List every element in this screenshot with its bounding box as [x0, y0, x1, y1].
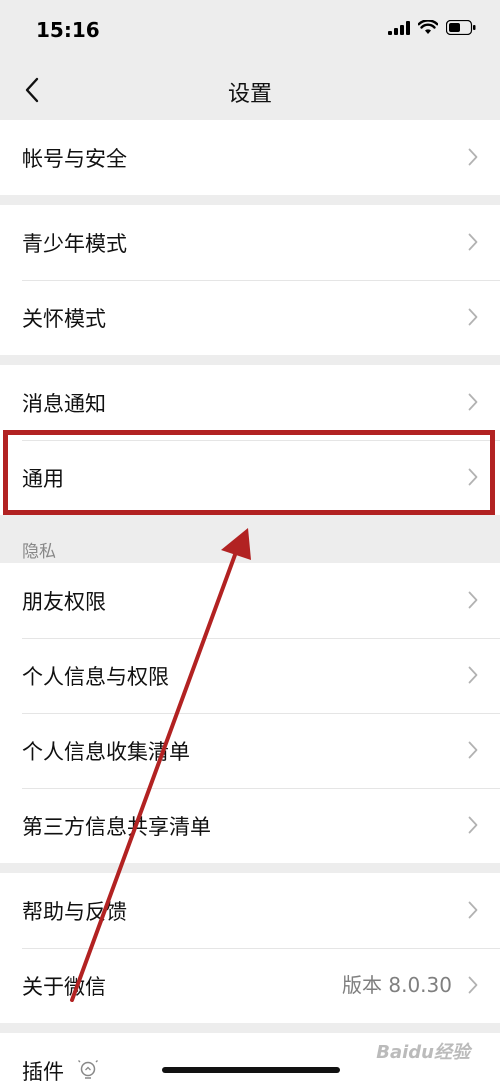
settings-item-label: 第三方信息共享清单 [22, 814, 211, 839]
status-bar: 15:16 [0, 0, 500, 60]
settings-item-third-party-sharing[interactable]: 第三方信息共享清单 [0, 788, 500, 863]
chevron-right-icon [468, 741, 478, 759]
settings-item-label: 通用 [22, 466, 64, 491]
chevron-right-icon [468, 901, 478, 919]
settings-item-personal-info-collection[interactable]: 个人信息收集清单 [0, 713, 500, 788]
settings-item-label: 消息通知 [22, 391, 106, 416]
chevron-right-icon [468, 308, 478, 326]
settings-item-label: 个人信息与权限 [22, 664, 169, 689]
section-label-privacy: 隐私 [22, 542, 56, 562]
wifi-icon [418, 20, 438, 34]
battery-icon [446, 20, 476, 35]
settings-item-help-feedback[interactable]: 帮助与反馈 [0, 873, 500, 948]
settings-item-label: 朋友权限 [22, 589, 106, 614]
chevron-right-icon [468, 233, 478, 251]
group-account: 帐号与安全 [0, 120, 500, 195]
group-about: 帮助与反馈 关于微信 版本 8.0.30 [0, 873, 500, 1023]
chevron-right-icon [468, 148, 478, 166]
settings-item-general[interactable]: 通用 [0, 440, 500, 515]
settings-item-personal-info-permissions[interactable]: 个人信息与权限 [0, 638, 500, 713]
settings-item-label: 帐号与安全 [22, 146, 127, 171]
home-indicator [162, 1067, 340, 1073]
watermark: Baidu经验 [376, 1042, 470, 1063]
status-icons [388, 20, 476, 35]
group-privacy: 朋友权限 个人信息与权限 个人信息收集清单 第三方信息共享清单 [0, 563, 500, 863]
group-modes: 青少年模式 关怀模式 [0, 205, 500, 355]
settings-item-label: 帮助与反馈 [22, 899, 127, 924]
chevron-right-icon [468, 816, 478, 834]
settings-item-label: 插件 [22, 1059, 64, 1084]
lightbulb-icon [78, 1059, 98, 1082]
settings-item-account-security[interactable]: 帐号与安全 [0, 120, 500, 195]
version-value: 版本 8.0.30 [342, 973, 452, 997]
settings-item-notifications[interactable]: 消息通知 [0, 365, 500, 440]
settings-item-about-wechat[interactable]: 关于微信 版本 8.0.30 [0, 948, 500, 1023]
settings-item-label: 关怀模式 [22, 306, 106, 331]
chevron-right-icon [468, 666, 478, 684]
chevron-right-icon [468, 393, 478, 411]
settings-item-teen-mode[interactable]: 青少年模式 [0, 205, 500, 280]
settings-item-friend-permissions[interactable]: 朋友权限 [0, 563, 500, 638]
settings-item-label: 关于微信 [22, 974, 106, 999]
chevron-right-icon [468, 976, 478, 994]
chevron-right-icon [468, 468, 478, 486]
page-title: 设置 [227, 82, 272, 107]
nav-bar: 设置 [0, 60, 500, 120]
status-time: 15:16 [36, 18, 100, 42]
settings-item-label: 青少年模式 [22, 231, 127, 256]
settings-item-care-mode[interactable]: 关怀模式 [0, 280, 500, 355]
chevron-right-icon [468, 591, 478, 609]
signal-icon [388, 20, 410, 35]
group-general: 消息通知 通用 [0, 365, 500, 515]
settings-item-label: 个人信息收集清单 [22, 739, 190, 764]
